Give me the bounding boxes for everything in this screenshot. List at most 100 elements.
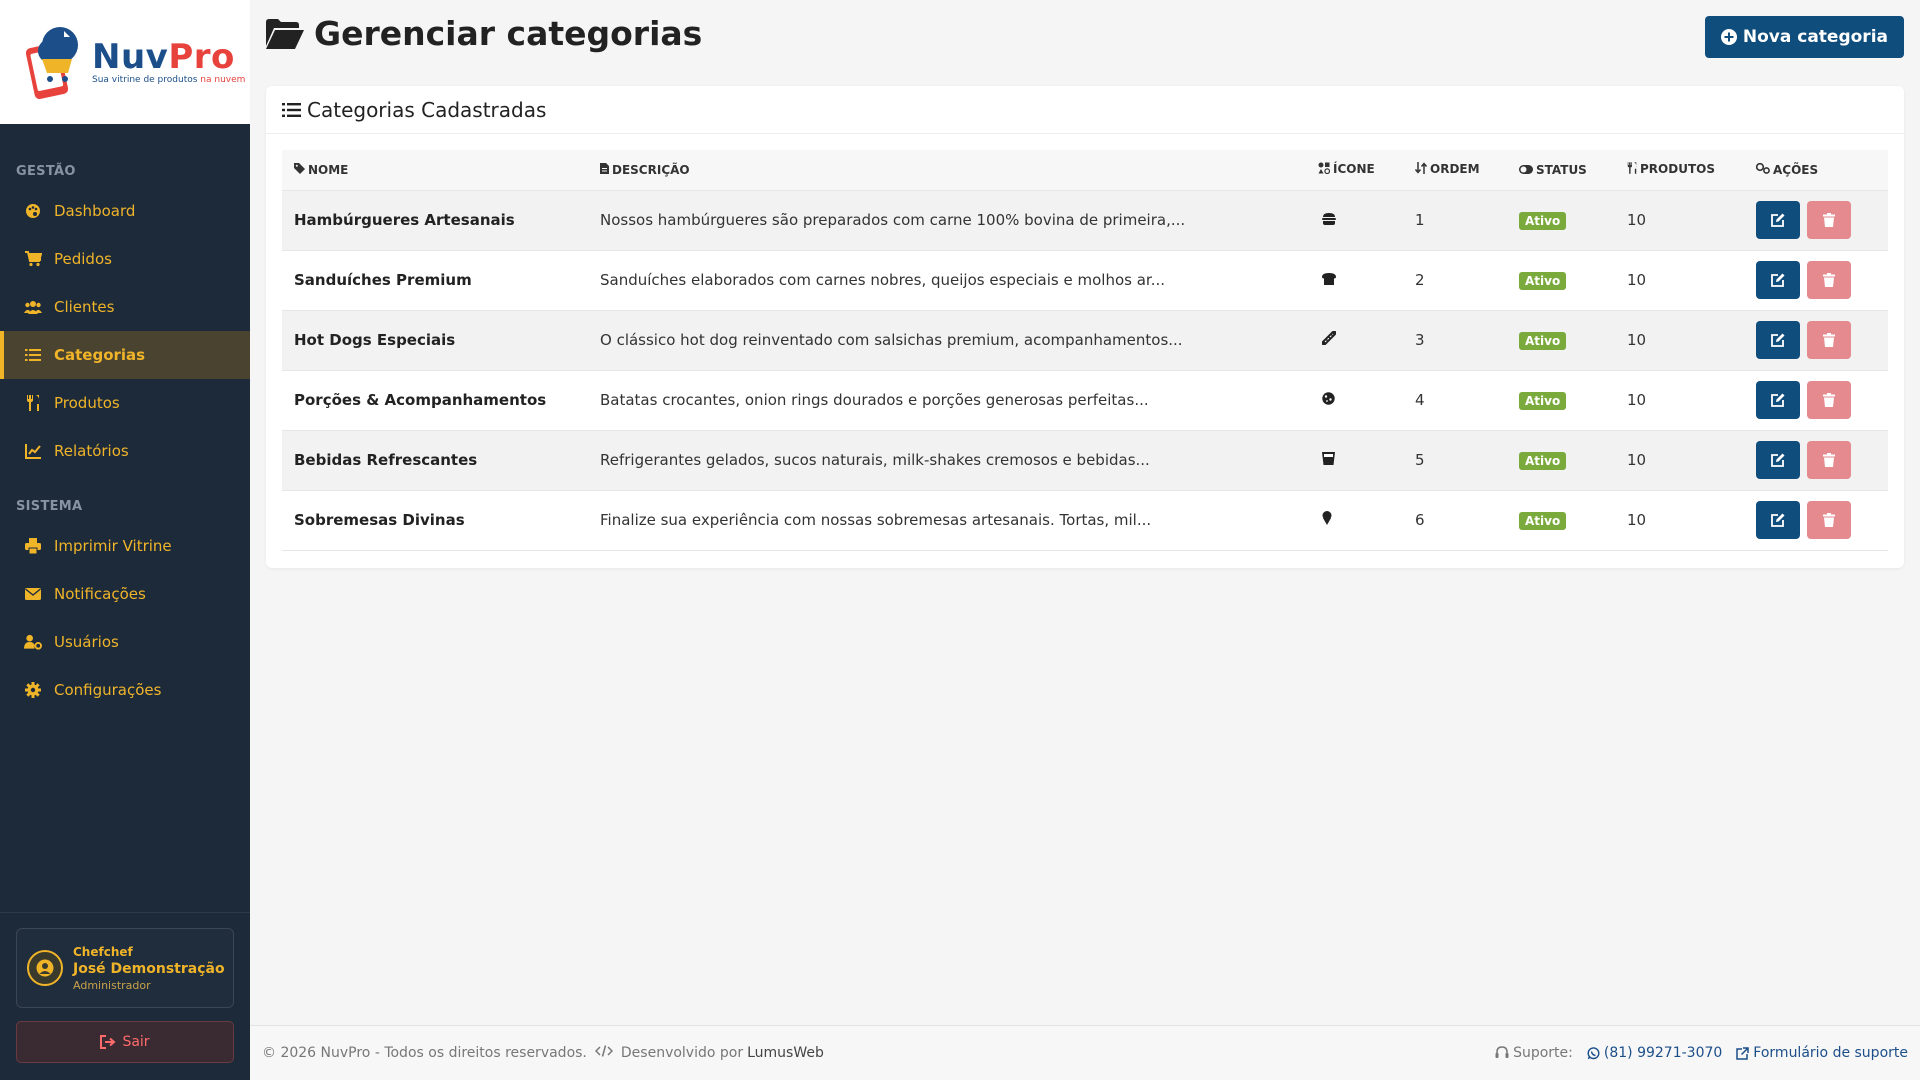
user-circle-icon <box>36 959 54 977</box>
category-name: Porções & Acompanhamentos <box>294 391 547 409</box>
utensils-icon <box>24 394 42 412</box>
sidebar-item-usuarios[interactable]: Usuários <box>0 618 250 666</box>
category-products-count: 10 <box>1627 331 1647 349</box>
column-header-order[interactable]: ORDEM <box>1403 150 1507 191</box>
sidebar-item-imprimir-vitrine[interactable]: Imprimir Vitrine <box>0 522 250 570</box>
status-badge: Ativo <box>1519 271 1567 290</box>
sign-out-icon <box>100 1035 116 1049</box>
sidebar-item-configuracoes[interactable]: Configurações <box>0 666 250 714</box>
user-card[interactable]: Chefchef José Demonstração Administrador <box>16 928 234 1008</box>
printer-icon <box>24 537 42 555</box>
column-header-products[interactable]: PRODUTOS <box>1615 150 1744 191</box>
column-header-description[interactable]: DESCRIÇÃO <box>588 150 1306 191</box>
glass-icon <box>1322 452 1335 465</box>
trash-icon <box>1823 513 1835 527</box>
edit-button[interactable] <box>1756 201 1800 239</box>
delete-button[interactable] <box>1807 261 1851 299</box>
category-products-count: 10 <box>1627 271 1647 289</box>
category-name: Sobremesas Divinas <box>294 511 465 529</box>
category-actions <box>1744 430 1888 490</box>
status-badge: Ativo <box>1519 391 1567 410</box>
table-row[interactable]: Sanduíches Premium Sanduíches elaborados … <box>282 250 1888 310</box>
edit-button[interactable] <box>1756 501 1800 539</box>
delete-button[interactable] <box>1807 201 1851 239</box>
category-name: Hambúrgueres Artesanais <box>294 211 515 229</box>
edit-button[interactable] <box>1756 261 1800 299</box>
category-actions <box>1744 490 1888 550</box>
folder-open-icon <box>266 18 304 49</box>
sort-icon <box>1414 162 1428 177</box>
footer-copyright: © 2026 NuvPro - Todos os direitos reserv… <box>262 1045 587 1061</box>
file-icon <box>600 163 609 177</box>
trash-icon <box>1823 393 1835 407</box>
trash-icon <box>1823 333 1835 347</box>
utensils-icon <box>1627 162 1637 177</box>
edit-button[interactable] <box>1756 321 1800 359</box>
cart-icon <box>24 250 42 268</box>
sidebar-item-produtos[interactable]: Produtos <box>0 379 250 427</box>
category-actions <box>1744 190 1888 250</box>
new-category-button[interactable]: Nova categoria <box>1704 16 1904 58</box>
edit-icon <box>1771 273 1785 287</box>
category-icon-cell <box>1306 490 1403 550</box>
edit-icon <box>1771 393 1785 407</box>
delete-button[interactable] <box>1807 321 1851 359</box>
footer-dev-name[interactable]: LumusWeb <box>747 1045 824 1061</box>
categories-table: NOME DESCRIÇÃO ÍCONE ORDEM STATUS PRODUT… <box>282 150 1888 551</box>
table-row[interactable]: Bebidas Refrescantes Refrigerantes gelado… <box>282 430 1888 490</box>
category-name: Sanduíches Premium <box>294 271 472 289</box>
category-order: 6 <box>1415 511 1425 529</box>
headset-icon <box>1495 1046 1509 1060</box>
section-title-gestao: GESTÃO <box>16 164 76 179</box>
external-link-icon <box>1736 1046 1750 1060</box>
category-products-count: 10 <box>1627 391 1647 409</box>
sidebar-item-relatorios[interactable]: Relatórios <box>0 427 250 475</box>
category-status-cell: Ativo <box>1507 370 1615 430</box>
logo[interactable]: NuvPro Sua vitrine de produtos na nuvem <box>0 0 250 124</box>
delete-button[interactable] <box>1807 381 1851 419</box>
support-phone-link[interactable]: (81) 99271-3070 <box>1587 1045 1722 1061</box>
user-gear-icon <box>24 633 42 651</box>
envelope-icon <box>24 585 42 603</box>
category-actions <box>1744 250 1888 310</box>
nav-gestao: Dashboard Pedidos Clientes Categorias Pr… <box>0 187 250 475</box>
chart-icon <box>24 442 42 460</box>
footer-support-label: Suporte: <box>1513 1045 1573 1061</box>
user-role: Administrador <box>73 978 151 992</box>
edit-button[interactable] <box>1756 381 1800 419</box>
user-name: José Demonstração <box>73 960 225 977</box>
logout-button[interactable]: Sair <box>16 1021 234 1063</box>
table-row[interactable]: Hambúrgueres Artesanais Nossos hambúrguer… <box>282 190 1888 250</box>
column-header-icon[interactable]: ÍCONE <box>1306 150 1403 191</box>
trash-icon <box>1823 273 1835 287</box>
edit-button[interactable] <box>1756 441 1800 479</box>
list-icon <box>282 102 301 118</box>
sidebar-item-clientes[interactable]: Clientes <box>0 283 250 331</box>
table-row[interactable]: Porções & Acompanhamentos Batatas crocant… <box>282 370 1888 430</box>
palette-icon <box>24 202 42 220</box>
hotdog-icon <box>1322 331 1336 345</box>
edit-icon <box>1771 453 1785 467</box>
table-row[interactable]: Sobremesas Divinas Finalize sua experiênc… <box>282 490 1888 550</box>
category-order: 3 <box>1415 331 1425 349</box>
cookie-icon <box>1322 392 1335 405</box>
column-header-status[interactable]: STATUS <box>1507 150 1615 191</box>
delete-button[interactable] <box>1807 501 1851 539</box>
sidebar-item-notificacoes[interactable]: Notificações <box>0 570 250 618</box>
category-products-count: 10 <box>1627 511 1647 529</box>
cogs-icon <box>1755 162 1770 177</box>
category-products-count: 10 <box>1627 211 1647 229</box>
sidebar: NuvPro Sua vitrine de produtos na nuvem … <box>0 0 250 1080</box>
sidebar-item-categorias[interactable]: Categorias <box>0 331 250 379</box>
category-order: 4 <box>1415 391 1425 409</box>
category-status-cell: Ativo <box>1507 490 1615 550</box>
sidebar-item-pedidos[interactable]: Pedidos <box>0 235 250 283</box>
support-form-link[interactable]: Formulário de suporte <box>1736 1045 1908 1061</box>
category-name: Hot Dogs Especiais <box>294 331 456 349</box>
column-header-name[interactable]: NOME <box>282 150 588 191</box>
table-row[interactable]: Hot Dogs Especiais O clássico hot dog rei… <box>282 310 1888 370</box>
sidebar-item-dashboard[interactable]: Dashboard <box>0 187 250 235</box>
category-description: Refrigerantes gelados, sucos naturais, m… <box>600 451 1150 469</box>
logo-icon <box>20 23 90 101</box>
delete-button[interactable] <box>1807 441 1851 479</box>
